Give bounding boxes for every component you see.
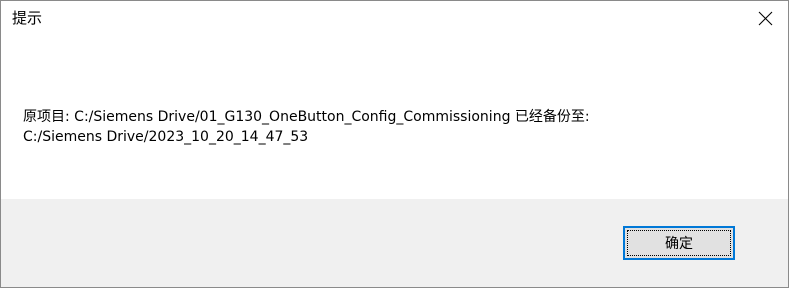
ok-button[interactable]: 确定 [623, 226, 735, 260]
dialog-footer: 确定 [1, 199, 788, 287]
close-icon [758, 11, 772, 25]
message-line-2: C:/Siemens Drive/2023_10_20_14_47_53 [23, 129, 309, 145]
title-bar[interactable]: 提示 [1, 1, 788, 35]
ok-button-label: 确定 [665, 236, 693, 252]
close-button[interactable] [742, 1, 788, 35]
message-line-1: 原项目: C:/Siemens Drive/01_G130_OneButton_… [23, 109, 590, 125]
message-dialog: 提示 原项目: C:/Siemens Drive/01_G130_OneButt… [0, 0, 789, 288]
dialog-message: 原项目: C:/Siemens Drive/01_G130_OneButton_… [23, 107, 773, 147]
dialog-title: 提示 [12, 9, 43, 27]
dialog-content: 原项目: C:/Siemens Drive/01_G130_OneButton_… [1, 35, 788, 199]
